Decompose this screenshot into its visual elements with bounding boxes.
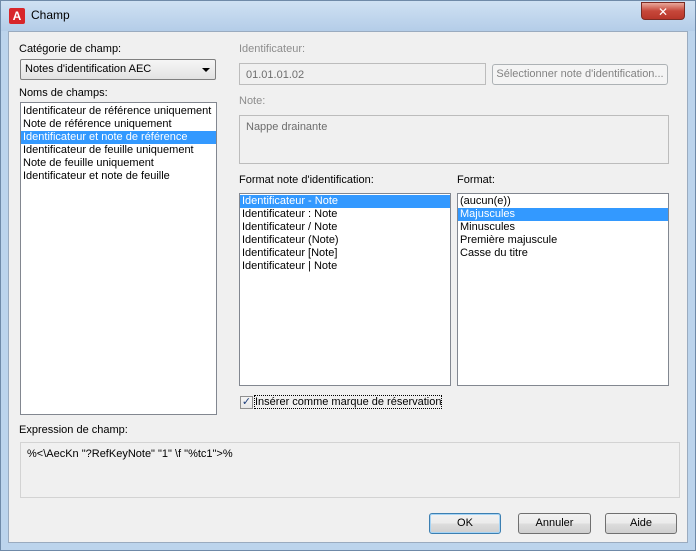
list-item[interactable]: Première majuscule xyxy=(458,234,668,247)
list-item[interactable]: Identificateur [Note] xyxy=(240,247,450,260)
field-dialog: A Champ ✕ Catégorie de champ: Notes d'id… xyxy=(0,0,696,551)
keynote-format-list[interactable]: Identificateur - Note Identificateur : N… xyxy=(239,193,451,386)
field-category-label: Catégorie de champ: xyxy=(19,43,122,55)
list-item[interactable]: Minuscules xyxy=(458,221,668,234)
placeholder-checkbox[interactable]: ✓ xyxy=(240,396,253,409)
list-item[interactable]: Identificateur et note de feuille xyxy=(21,170,216,183)
format-list[interactable]: (aucun(e)) Majuscules Minuscules Premièr… xyxy=(457,193,669,386)
list-item[interactable]: (aucun(e)) xyxy=(458,195,668,208)
field-expression-label: Expression de champ: xyxy=(19,424,128,436)
list-item[interactable]: Identificateur / Note xyxy=(240,221,450,234)
identifier-value: 01.01.01.02 xyxy=(246,69,305,81)
list-item[interactable]: Identificateur | Note xyxy=(240,260,450,273)
note-field[interactable]: Nappe drainante xyxy=(239,115,669,164)
close-button[interactable]: ✕ xyxy=(641,2,685,20)
list-item[interactable]: Identificateur (Note) xyxy=(240,234,450,247)
list-item[interactable]: Majuscules xyxy=(458,208,668,221)
list-item[interactable]: Note de feuille uniquement xyxy=(21,157,216,170)
list-item[interactable]: Identificateur et note de référence xyxy=(21,131,216,144)
identifier-field[interactable]: 01.01.01.02 xyxy=(239,63,486,85)
format-label: Format: xyxy=(457,174,495,186)
dialog-body: Catégorie de champ: Notes d'identificati… xyxy=(8,31,688,543)
field-names-label: Noms de champs: xyxy=(19,87,108,99)
title-bar[interactable]: A Champ ✕ xyxy=(1,1,695,31)
list-item[interactable]: Identificateur : Note xyxy=(240,208,450,221)
field-category-dropdown[interactable]: Notes d'identification AEC xyxy=(20,59,216,80)
note-label: Note: xyxy=(239,95,266,107)
list-item[interactable]: Identificateur de feuille uniquement xyxy=(21,144,216,157)
select-keynote-button[interactable]: Sélectionner note d'identification... xyxy=(492,64,668,85)
keynote-format-label: Format note d'identification: xyxy=(239,174,374,186)
chevron-down-icon xyxy=(202,68,210,72)
window-title: Champ xyxy=(31,8,70,22)
help-button[interactable]: Aide xyxy=(605,513,677,534)
field-names-list[interactable]: Identificateur de référence uniquement N… xyxy=(20,102,217,415)
list-item[interactable]: Note de référence uniquement xyxy=(21,118,216,131)
placeholder-checkbox-label[interactable]: Insérer comme marque de réservation xyxy=(253,395,443,409)
close-icon: ✕ xyxy=(657,5,669,19)
field-expression-box[interactable]: %<\AecKn "?RefKeyNote" "1" \f "%tc1">% xyxy=(20,442,680,498)
note-value: Nappe drainante xyxy=(246,121,328,133)
cancel-button[interactable]: Annuler xyxy=(518,513,591,534)
ok-button[interactable]: OK xyxy=(429,513,501,534)
identifier-label: Identificateur: xyxy=(239,43,306,55)
list-item[interactable]: Identificateur - Note xyxy=(240,195,450,208)
field-expression-value: %<\AecKn "?RefKeyNote" "1" \f "%tc1">% xyxy=(27,448,233,460)
list-item[interactable]: Identificateur de référence uniquement xyxy=(21,105,216,118)
autocad-app-icon: A xyxy=(9,8,25,24)
field-category-value: Notes d'identification AEC xyxy=(25,63,152,75)
list-item[interactable]: Casse du titre xyxy=(458,247,668,260)
